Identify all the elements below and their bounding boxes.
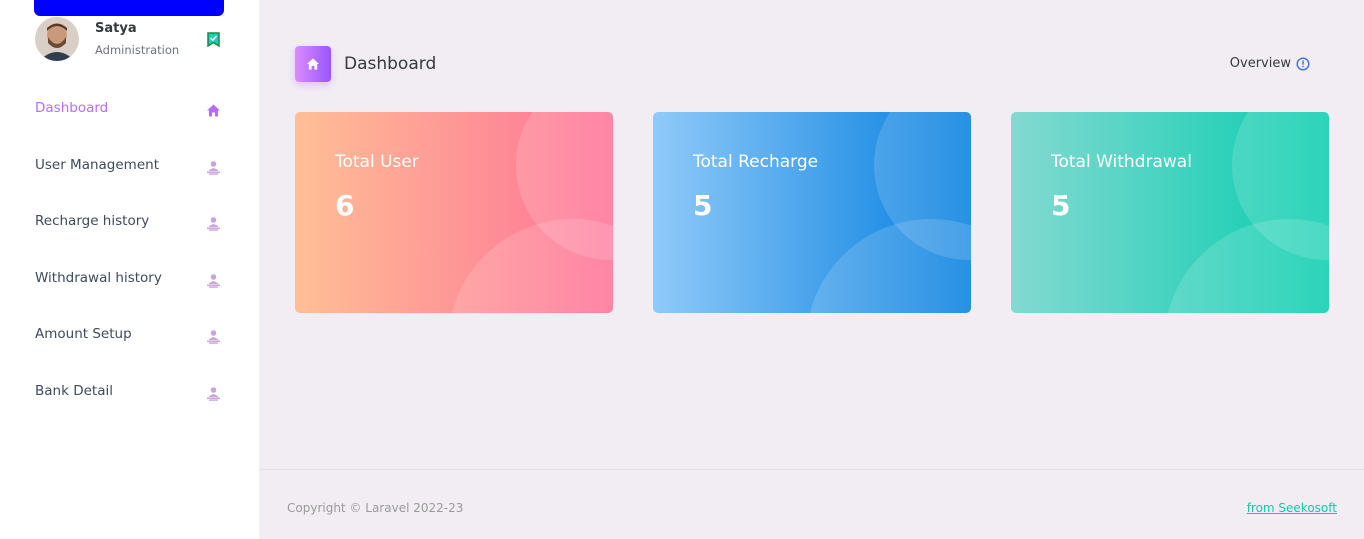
overview-label: Overview (1229, 56, 1291, 71)
profile-role: Administration (95, 43, 180, 57)
card-value: 6 (335, 189, 355, 222)
sidebar-item-label: Dashboard (35, 100, 109, 116)
credit-link[interactable]: from Seekosoft (1247, 501, 1337, 515)
page-header: Dashboard Overview (295, 46, 1310, 82)
user-icon (207, 386, 220, 401)
user-icon (207, 330, 220, 344)
sidebar-item-label: Amount Setup (35, 326, 132, 342)
user-icon (207, 273, 220, 288)
info-circle-icon (1296, 56, 1310, 71)
profile[interactable]: Satya Administration (35, 17, 225, 63)
bookmark-check-icon (207, 32, 220, 47)
card-title: Total Recharge (693, 152, 819, 172)
sidebar-item-user-management[interactable]: User Management (0, 138, 259, 195)
sidebar: Satya Administration Dashboard User Mana… (0, 0, 259, 539)
home-icon (306, 58, 320, 70)
brand-bar (34, 0, 224, 16)
sidebar-item-amount-setup[interactable]: Amount Setup (0, 307, 259, 364)
user-icon (207, 217, 220, 231)
page-title-icon (295, 46, 331, 82)
copyright-text: Copyright © Laravel 2022-23 (287, 501, 464, 515)
user-icon (207, 160, 220, 175)
card-title: Total User (335, 152, 419, 172)
profile-name: Satya (95, 21, 137, 36)
card-decoration (806, 219, 971, 313)
stat-card-total-user: Total User 6 (295, 112, 613, 313)
stat-card-total-withdrawal: Total Withdrawal 5 (1011, 112, 1329, 313)
sidebar-item-withdrawal-history[interactable]: Withdrawal history (0, 251, 259, 308)
home-icon (207, 104, 220, 117)
page-title: Dashboard (344, 54, 437, 74)
card-value: 5 (693, 189, 713, 222)
sidebar-item-recharge-history[interactable]: Recharge history (0, 194, 259, 251)
stat-card-total-recharge: Total Recharge 5 (653, 112, 971, 313)
overview-link[interactable]: Overview (1230, 56, 1310, 71)
card-value: 5 (1051, 189, 1071, 222)
card-decoration (448, 219, 613, 313)
avatar[interactable] (35, 17, 79, 61)
sidebar-item-dashboard[interactable]: Dashboard (0, 81, 259, 138)
footer: Copyright © Laravel 2022-23 from Seekoso… (259, 469, 1364, 539)
sidebar-item-label: Recharge history (35, 213, 150, 229)
sidebar-item-label: Withdrawal history (35, 269, 162, 286)
sidebar-item-label: Bank Detail (35, 382, 113, 399)
card-decoration (1164, 219, 1329, 313)
sidebar-item-label: User Management (35, 156, 159, 173)
sidebar-item-bank-detail[interactable]: Bank Detail (0, 364, 259, 421)
card-title: Total Withdrawal (1051, 152, 1192, 172)
sidebar-nav: Dashboard User Management Recharge histo… (0, 81, 259, 420)
